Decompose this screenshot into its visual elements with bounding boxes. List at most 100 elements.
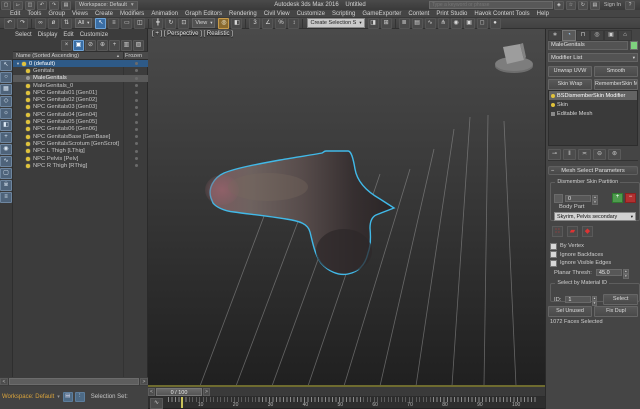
display-cameras-icon[interactable]: ◧ <box>0 120 12 131</box>
frozen-toggle[interactable] <box>135 84 138 87</box>
list-item[interactable]: NPC Genitals05 [Gen05] <box>13 118 148 125</box>
explorer-menu-display[interactable]: Display <box>38 32 58 38</box>
redo-small-icon[interactable]: ↷ <box>49 1 59 10</box>
perspective-viewport[interactable]: [ + ] [ Perspective ] [ Realistic ] <box>148 29 545 386</box>
name-column-header[interactable]: Name (Sorted Ascending) <box>16 53 79 59</box>
favorites-icon[interactable]: ☆ <box>566 1 576 10</box>
pick-parent-icon[interactable]: ⊕ <box>97 40 108 51</box>
modifier-list-dropdown[interactable]: Modifier List ▾ <box>548 53 638 62</box>
list-item[interactable]: NPC L Thigh [LThig] <box>13 148 148 155</box>
spinner-snap-icon[interactable]: ↕ <box>288 18 299 29</box>
bulb-icon[interactable] <box>551 94 555 98</box>
viewport-label[interactable]: [ + ] [ Perspective ] [ Realistic ] <box>152 31 233 37</box>
checkbox[interactable] <box>550 260 557 267</box>
menu-modifiers[interactable]: Modifiers <box>120 11 144 17</box>
selection-filter-dropdown[interactable]: All▾ <box>75 18 92 28</box>
align-icon[interactable]: ⊞ <box>381 18 392 29</box>
notes-icon[interactable]: ▤ <box>63 392 73 402</box>
frozen-toggle[interactable] <box>135 113 138 116</box>
list-item[interactable]: NPC R Thigh [RThig] <box>13 162 148 169</box>
checkbox-row[interactable]: By Vertex <box>550 242 638 251</box>
skin-wrap-button[interactable]: Skin Wrap <box>548 79 592 90</box>
menu-rendering[interactable]: Rendering <box>229 11 257 17</box>
menu-graph-editors[interactable]: Graph Editors <box>185 11 222 17</box>
menu-scripting[interactable]: Scripting <box>332 11 355 17</box>
list-item[interactable]: NPC Genitals01 [Gen01] <box>13 89 148 96</box>
select-by-id-button[interactable]: Select <box>603 294 638 305</box>
undo-small-icon[interactable]: ↶ <box>37 1 47 10</box>
percent-snap-icon[interactable]: % <box>275 18 286 29</box>
explorer-menu-customize[interactable]: Customize <box>80 32 108 38</box>
id-value-field[interactable]: 1 <box>565 296 590 303</box>
select-children-icon[interactable]: ▥ <box>121 40 132 51</box>
menu-content[interactable]: Content <box>408 11 429 17</box>
checkbox-row[interactable]: Ignore Visible Edges <box>550 259 638 268</box>
frozen-toggle[interactable] <box>135 69 138 72</box>
list-item[interactable]: ▼0 (default) <box>13 60 148 67</box>
display-shapes-icon[interactable]: ◇ <box>0 96 12 107</box>
partition-spinner[interactable]: ▲▼ <box>592 195 598 202</box>
curve-editor-icon[interactable]: ∿ <box>425 18 436 29</box>
search-input[interactable] <box>429 1 553 9</box>
sign-in-button[interactable]: Sign In <box>604 2 621 8</box>
reference-coordinate-dropdown[interactable]: View▾ <box>192 18 215 28</box>
render-production-icon[interactable]: ● <box>490 18 501 29</box>
scroll-right-icon[interactable]: > <box>140 378 148 385</box>
partition-value-field[interactable]: 0 <box>565 195 591 202</box>
menu-civil-view[interactable]: Civil View <box>264 11 290 17</box>
utilities-tab-icon[interactable]: ⌂ <box>618 30 632 41</box>
window-crossing-icon[interactable]: ◫ <box>134 18 145 29</box>
rememberskin-mod-button[interactable]: RememberSkin Mod <box>594 79 638 90</box>
menu-group[interactable]: Group <box>48 11 65 17</box>
menu-animation[interactable]: Animation <box>151 11 178 17</box>
track-bar[interactable]: ∿ 102030405060708090100 <box>148 397 545 409</box>
display-materials-icon[interactable]: ◉ <box>0 144 12 155</box>
list-item[interactable]: NPC Genitals03 [Gen03] <box>13 104 148 111</box>
scrollbar-thumb[interactable] <box>9 378 139 385</box>
display-geometry-icon[interactable]: ▦ <box>0 84 12 95</box>
pick-object-icon[interactable]: ↖ <box>0 60 12 71</box>
list-item[interactable]: MaleGenitals_0 <box>13 82 148 89</box>
face-subobject-icon[interactable]: ▰ <box>567 226 578 237</box>
open-file-icon[interactable]: ▻ <box>13 1 23 10</box>
checkbox-row[interactable]: Ignore Backfaces <box>550 251 638 260</box>
expand-icon[interactable]: ▼ <box>16 61 20 66</box>
malegenitals-mesh[interactable] <box>205 151 394 274</box>
checkbox[interactable] <box>550 243 557 250</box>
delete-partition-button[interactable]: − <box>625 193 636 203</box>
display-containers-icon[interactable]: ▢ <box>0 168 12 179</box>
make-unique-icon[interactable]: ≍ <box>578 149 591 160</box>
frozen-toggle[interactable] <box>135 128 138 131</box>
clear-search-icon[interactable]: × <box>61 40 72 51</box>
list-item[interactable]: NPC GenitalsBase [GenBase] <box>13 133 148 140</box>
list-item[interactable]: NPC Genitals04 [Gen04] <box>13 111 148 118</box>
list-item[interactable]: NPC Genitals06 [Gen06] <box>13 126 148 133</box>
unwrap-uvw-button[interactable]: Unwrap UVW <box>548 66 592 77</box>
explorer-menu-select[interactable]: Select <box>15 32 32 38</box>
menu-havok-content-tools[interactable]: Havok Content Tools <box>474 11 529 17</box>
add-to-view-icon[interactable]: + <box>109 40 120 51</box>
show-end-result-icon[interactable]: ‖ <box>563 149 576 160</box>
layer-manager-icon[interactable]: ≣ <box>399 18 410 29</box>
select-and-scale-icon[interactable]: ⊡ <box>178 18 189 29</box>
use-pivot-point-icon[interactable]: ◎ <box>218 18 229 29</box>
modifier-stack-item[interactable]: Editable Mesh <box>549 109 637 118</box>
frozen-toggle[interactable] <box>135 77 138 80</box>
list-item[interactable]: NPC Genitals02 [Gen02] <box>13 96 148 103</box>
previous-frame-icon[interactable]: < <box>148 388 155 396</box>
display-helpers-icon[interactable]: + <box>0 132 12 143</box>
scroll-left-icon[interactable]: < <box>0 378 8 385</box>
object-name-field[interactable]: MaleGenitals <box>548 41 628 50</box>
vertex-subobject-icon[interactable]: ∷ <box>552 226 563 237</box>
save-file-icon[interactable]: ◫ <box>25 1 35 10</box>
menu-tools[interactable]: Tools <box>27 11 41 17</box>
frozen-toggle[interactable] <box>135 121 138 124</box>
smooth-button[interactable]: Smooth <box>594 66 638 77</box>
frozen-toggle[interactable] <box>135 150 138 153</box>
cap-helper-gizmo[interactable] <box>495 43 533 73</box>
planar-threshold-spinner[interactable]: ▲▼ <box>623 269 629 276</box>
new-scene-icon[interactable]: ▢ <box>1 1 11 10</box>
menu-customize[interactable]: Customize <box>297 11 325 17</box>
checkbox[interactable] <box>550 251 557 258</box>
schematic-view-icon[interactable]: ⋔ <box>438 18 449 29</box>
